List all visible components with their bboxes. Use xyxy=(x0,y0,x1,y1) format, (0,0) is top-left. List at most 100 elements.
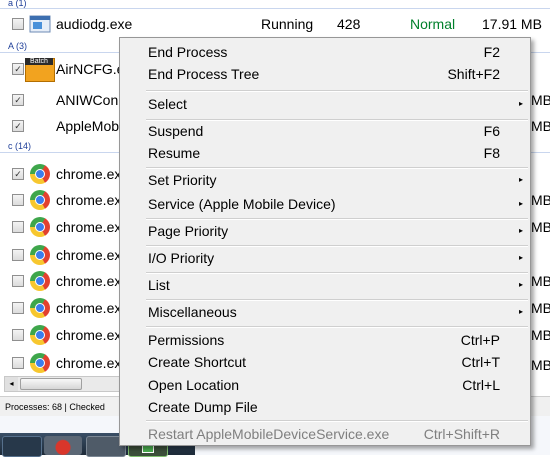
group-divider xyxy=(0,8,550,9)
process-name: chrome.ex xyxy=(56,300,122,316)
menu-item-permissions[interactable]: Permissions Ctrl+P xyxy=(148,329,528,351)
process-name: chrome.ex xyxy=(56,355,122,371)
submenu-arrow-icon: ▸ xyxy=(518,253,523,262)
submenu-arrow-icon: ▸ xyxy=(518,175,523,184)
menu-item-shortcut: Ctrl+Shift+R xyxy=(423,426,500,442)
process-name: chrome.ex xyxy=(56,166,122,182)
chrome-icon xyxy=(29,244,51,266)
menu-item-label: Permissions xyxy=(148,332,225,348)
menu-item-label: Create Shortcut xyxy=(148,354,247,370)
horizontal-scrollbar[interactable]: ◂ xyxy=(4,376,120,392)
chrome-icon xyxy=(29,189,51,211)
submenu-arrow-icon: ▸ xyxy=(518,99,523,108)
row-checkbox[interactable] xyxy=(12,275,24,287)
row-checkbox[interactable] xyxy=(12,18,24,30)
memory-unit: MB xyxy=(531,300,550,316)
menu-item-shortcut: F8 xyxy=(483,145,500,161)
process-status: Running xyxy=(261,16,314,32)
process-priority: Normal xyxy=(410,16,456,32)
row-checkbox[interactable] xyxy=(12,302,24,314)
menu-item-shortcut: Ctrl+P xyxy=(460,332,500,348)
row-checkbox[interactable]: ✓ xyxy=(12,168,24,180)
row-checkbox[interactable]: ✓ xyxy=(12,94,24,106)
chrome-icon xyxy=(29,297,51,319)
menu-item-label: Restart AppleMobileDeviceService.exe xyxy=(148,426,390,442)
row-checkbox[interactable] xyxy=(12,221,24,233)
taskbar-button[interactable] xyxy=(2,436,42,457)
menu-item-suspend[interactable]: Suspend F6 xyxy=(148,120,528,142)
menu-item-create-shortcut[interactable]: Create Shortcut Ctrl+T xyxy=(148,351,528,373)
scroll-left-icon[interactable]: ◂ xyxy=(5,377,18,391)
menu-item-shortcut: Shift+F2 xyxy=(447,66,500,82)
memory-unit: MB xyxy=(531,273,550,289)
status-text: Processes: 68 | Checked xyxy=(5,402,105,412)
batch-badge: Batch xyxy=(25,58,53,65)
taskbar-button[interactable] xyxy=(44,436,82,455)
menu-item-resume[interactable]: Resume F8 xyxy=(148,142,528,164)
menu-item-end-process[interactable]: End Process F2 xyxy=(148,41,528,63)
memory-unit: MB xyxy=(531,219,550,235)
scroll-thumb[interactable] xyxy=(20,378,82,390)
chrome-icon xyxy=(29,216,51,238)
menu-item-shortcut: F2 xyxy=(483,44,500,60)
menu-separator xyxy=(146,420,528,422)
menu-item-select[interactable]: Select ▸ xyxy=(148,93,528,115)
menu-item-label: End Process Tree xyxy=(148,66,260,82)
submenu-arrow-icon: ▸ xyxy=(518,307,523,316)
row-checkbox[interactable] xyxy=(12,357,24,369)
process-name: chrome.ex xyxy=(56,327,122,343)
submenu-arrow-icon: ▸ xyxy=(518,199,523,208)
process-row-audiodg[interactable]: audiodg.exe Running 428 Normal 17.91 MB xyxy=(0,12,550,36)
menu-item-label: Suspend xyxy=(148,123,204,139)
menu-item-label: Open Location xyxy=(148,377,240,393)
submenu-arrow-icon: ▸ xyxy=(518,280,523,289)
process-name: chrome.ex xyxy=(56,273,122,289)
menu-item-shortcut: Ctrl+T xyxy=(461,354,501,370)
menu-item-label: Service (Apple Mobile Device) xyxy=(148,196,336,212)
menu-item-miscellaneous[interactable]: Miscellaneous ▸ xyxy=(148,301,528,323)
row-checkbox[interactable] xyxy=(12,249,24,261)
menu-item-label: End Process xyxy=(148,44,228,60)
memory-unit: MB xyxy=(531,192,550,208)
menu-item-label: Page Priority xyxy=(148,223,229,239)
menu-item-restart-service: Restart AppleMobileDeviceService.exe Ctr… xyxy=(148,423,528,445)
batch-icon: Batch xyxy=(24,58,55,82)
memory-unit: MB xyxy=(531,357,550,373)
menu-separator xyxy=(146,326,528,328)
menu-item-open-location[interactable]: Open Location Ctrl+L xyxy=(148,374,528,396)
process-name: audiodg.exe xyxy=(56,16,133,32)
menu-item-page-priority[interactable]: Page Priority ▸ xyxy=(148,220,528,242)
row-checkbox[interactable]: ✓ xyxy=(12,120,24,132)
group-header-a-lower[interactable]: a (1) xyxy=(8,0,27,8)
process-name: chrome.ex xyxy=(56,247,122,263)
row-checkbox[interactable]: ✓ xyxy=(12,63,24,75)
row-checkbox[interactable] xyxy=(12,194,24,206)
chrome-icon xyxy=(29,270,51,292)
process-name: AppleMob xyxy=(56,118,120,134)
row-checkbox[interactable] xyxy=(12,329,24,341)
memory-unit: MB xyxy=(531,327,550,343)
submenu-arrow-icon: ▸ xyxy=(518,226,523,235)
process-name: chrome.ex xyxy=(56,219,122,235)
chrome-icon xyxy=(29,352,51,374)
menu-item-list[interactable]: List ▸ xyxy=(148,274,528,296)
process-memory: 17.91 MB xyxy=(482,16,542,32)
group-header-a-upper[interactable]: A (3) xyxy=(8,41,27,51)
menu-item-label: Select xyxy=(148,96,187,112)
menu-item-io-priority[interactable]: I/O Priority ▸ xyxy=(148,247,528,269)
menu-item-shortcut: Ctrl+L xyxy=(462,377,500,393)
menu-item-end-process-tree[interactable]: End Process Tree Shift+F2 xyxy=(148,63,528,85)
process-name: ANIWCon xyxy=(56,92,119,108)
menu-item-create-dump-file[interactable]: Create Dump File xyxy=(148,396,528,418)
process-name: chrome.ex xyxy=(56,192,122,208)
memory-unit: MB xyxy=(531,92,550,108)
menu-item-service[interactable]: Service (Apple Mobile Device) ▸ xyxy=(148,193,528,215)
process-name: AirNCFG.e xyxy=(56,61,125,77)
menu-item-label: Set Priority xyxy=(148,172,217,188)
memory-unit: MB xyxy=(531,118,550,134)
menu-item-set-priority[interactable]: Set Priority ▸ xyxy=(148,169,528,191)
chrome-icon xyxy=(29,163,51,185)
menu-separator xyxy=(146,90,528,92)
group-header-c[interactable]: c (14) xyxy=(8,141,31,151)
menu-item-shortcut: F6 xyxy=(483,123,500,139)
